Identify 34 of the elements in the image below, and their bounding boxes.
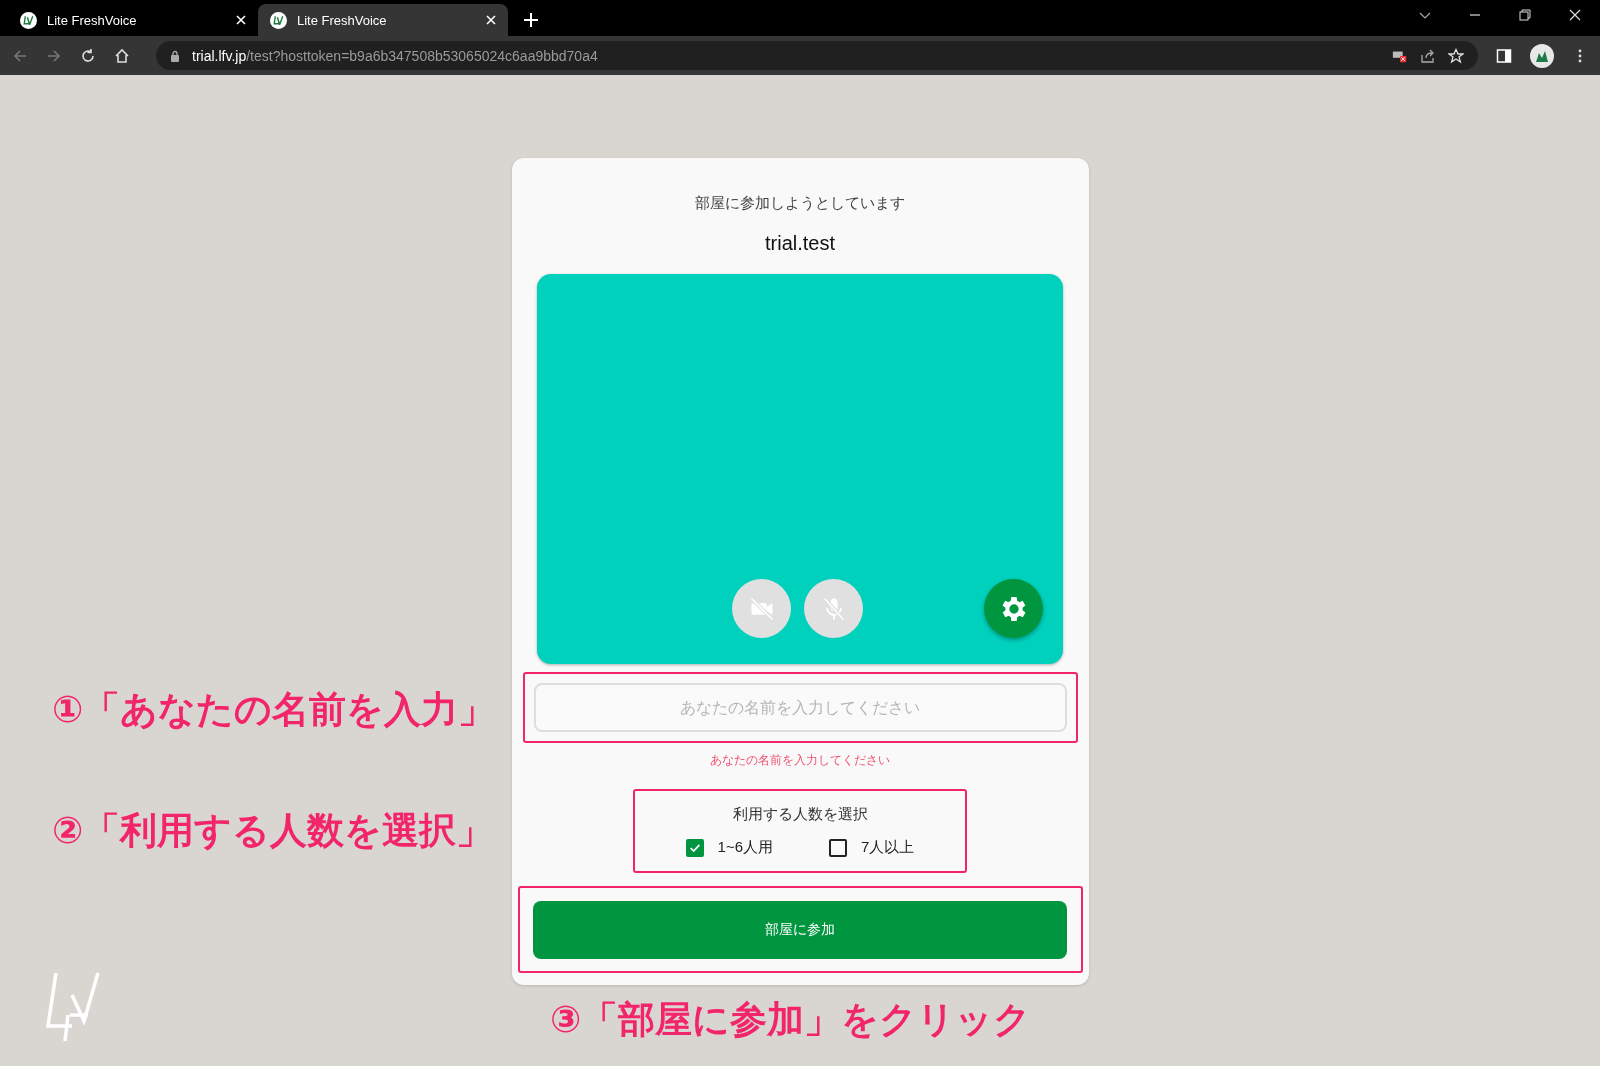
- restore-icon[interactable]: [1518, 8, 1532, 22]
- share-icon[interactable]: [1420, 47, 1436, 64]
- address-bar[interactable]: trial.lfv.jp/test?hosttoken=b9a6b347508b53065024c6aa9bbd70a4: [156, 41, 1478, 70]
- favicon-icon: [270, 11, 287, 29]
- home-icon[interactable]: [114, 47, 130, 64]
- annotation-text: ②「利用する人数を選択」: [52, 809, 494, 853]
- selector-title: 利用する人数を選択: [732, 805, 868, 824]
- lock-icon: [170, 49, 180, 62]
- annotation-text: ③「部屋に参加」をクリック: [550, 998, 1032, 1042]
- name-field[interactable]: あなたの名前を入力してください: [533, 683, 1067, 732]
- reload-icon[interactable]: [80, 47, 96, 64]
- new-tab-icon[interactable]: [524, 13, 538, 27]
- back-icon[interactable]: [12, 47, 28, 64]
- card-subtitle: 部屋に参加しようとしています: [695, 194, 905, 213]
- join-button[interactable]: 部屋に参加: [533, 900, 1067, 959]
- checkbox[interactable]: [829, 838, 848, 857]
- forward-icon[interactable]: [46, 47, 62, 64]
- room-name: trial.test: [765, 232, 835, 256]
- browser-tab[interactable]: Lite FreshVoice: [8, 4, 258, 36]
- star-icon[interactable]: [1448, 47, 1464, 64]
- favicon-icon: [20, 11, 37, 29]
- option-label: 7人以上: [861, 838, 915, 857]
- tab-title: Lite FreshVoice: [297, 12, 388, 28]
- url-text: trial.lfv.jp/test?hosttoken=b9a6b347508b53065024c6aa9bbd70a4: [192, 47, 598, 64]
- tab-title: Lite FreshVoice: [47, 12, 138, 28]
- browser-tab[interactable]: Lite FreshVoice: [258, 4, 508, 36]
- settings-button[interactable]: [984, 579, 1043, 638]
- close-icon[interactable]: [1568, 8, 1582, 22]
- side-panel-icon[interactable]: [1496, 47, 1512, 64]
- annotation-text: ①「あなたの名前を入力」: [52, 688, 496, 732]
- error-message: あなたの名前を入力してください: [710, 752, 890, 769]
- checkbox[interactable]: [685, 838, 704, 857]
- avatar-icon[interactable]: [1530, 43, 1554, 68]
- option-label: 1~6人用: [717, 838, 774, 857]
